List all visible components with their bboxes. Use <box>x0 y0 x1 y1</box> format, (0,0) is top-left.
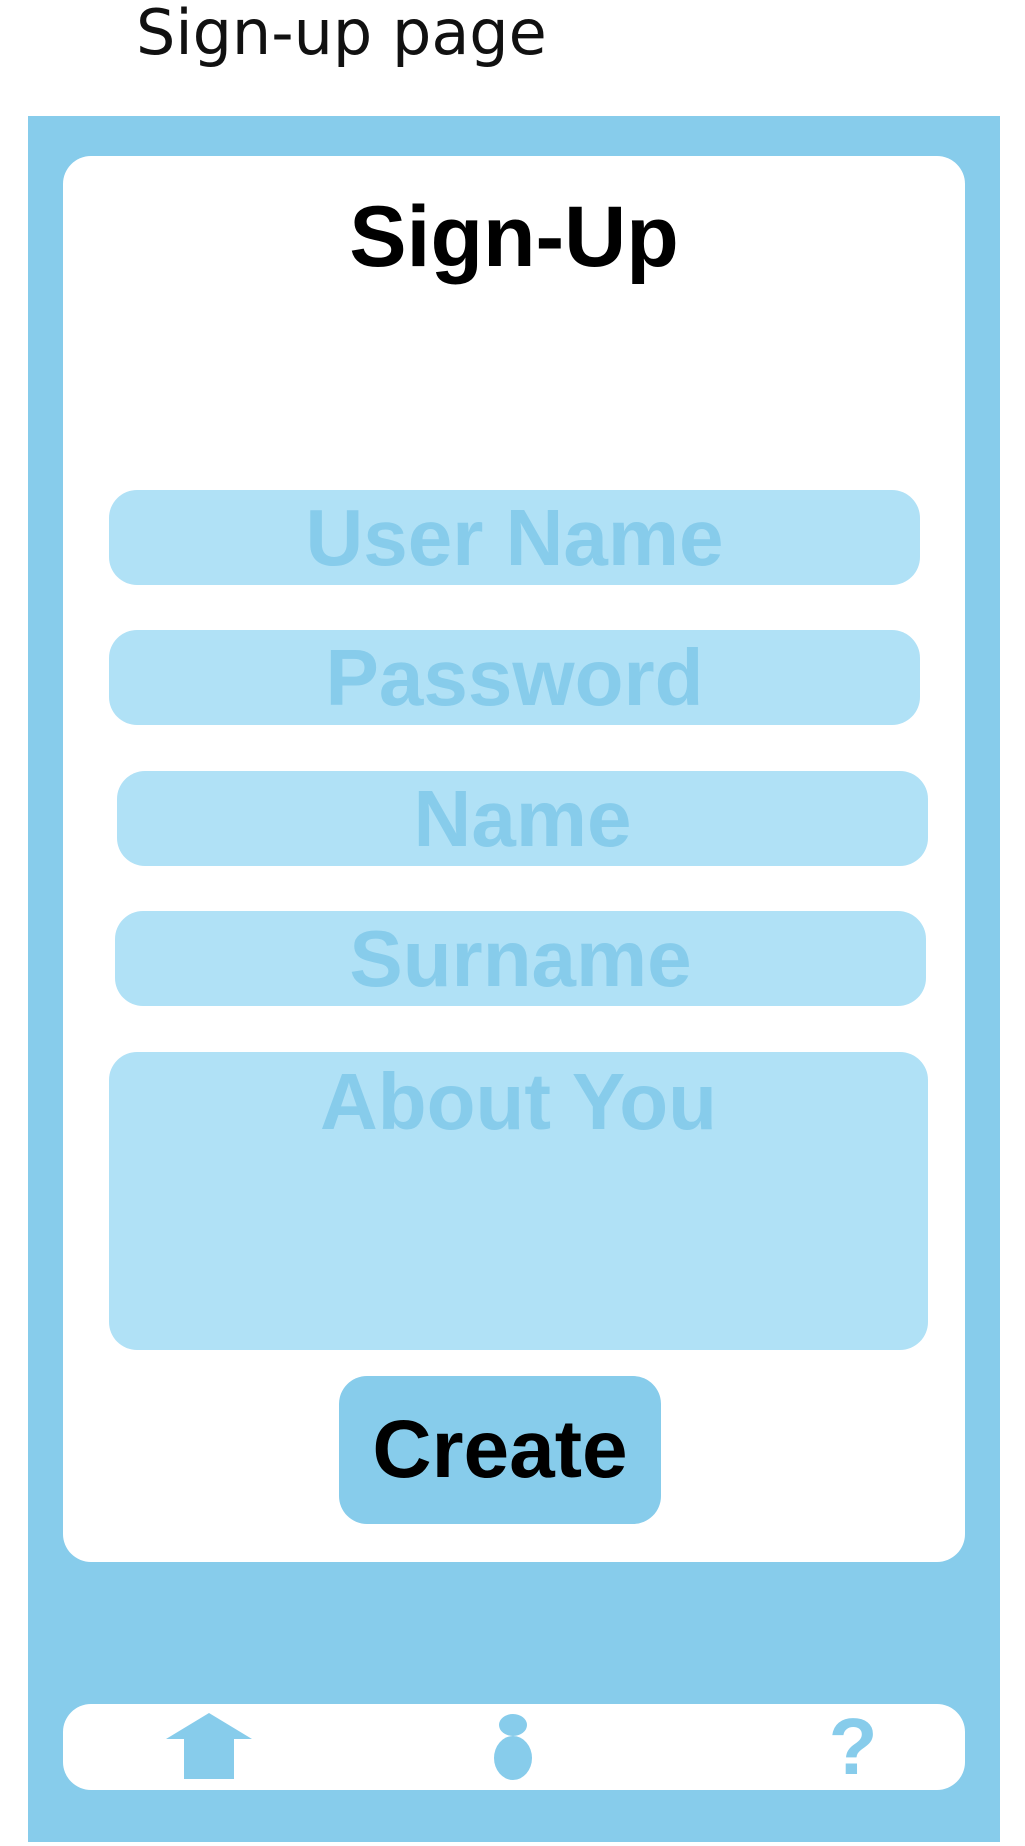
user-icon <box>494 1714 532 1780</box>
about-you-textarea[interactable]: About You <box>109 1052 928 1350</box>
username-placeholder: User Name <box>305 492 724 582</box>
phone-frame: Sign-Up User Name Password Name Surname … <box>28 116 1000 1842</box>
name-input[interactable]: Name <box>117 771 928 866</box>
password-input[interactable]: Password <box>109 630 920 725</box>
home-icon <box>166 1713 252 1779</box>
page-title: Sign-Up <box>349 189 679 285</box>
create-button[interactable]: Create <box>339 1376 661 1524</box>
help-icon: ? <box>828 1702 878 1791</box>
username-input[interactable]: User Name <box>109 490 920 585</box>
password-placeholder: Password <box>325 632 704 722</box>
bottom-nav-bar: ? <box>63 1704 965 1790</box>
nav-item-profile[interactable] <box>463 1704 563 1790</box>
nav-item-help[interactable]: ? <box>803 1704 903 1790</box>
about-you-placeholder: About You <box>320 1057 717 1146</box>
page-caption: Sign-up page <box>136 0 547 69</box>
name-placeholder: Name <box>413 773 632 863</box>
surname-input[interactable]: Surname <box>115 911 926 1006</box>
signup-card: Sign-Up User Name Password Name Surname … <box>63 156 965 1562</box>
surname-placeholder: Surname <box>349 913 692 1003</box>
nav-item-home[interactable] <box>159 1704 259 1790</box>
